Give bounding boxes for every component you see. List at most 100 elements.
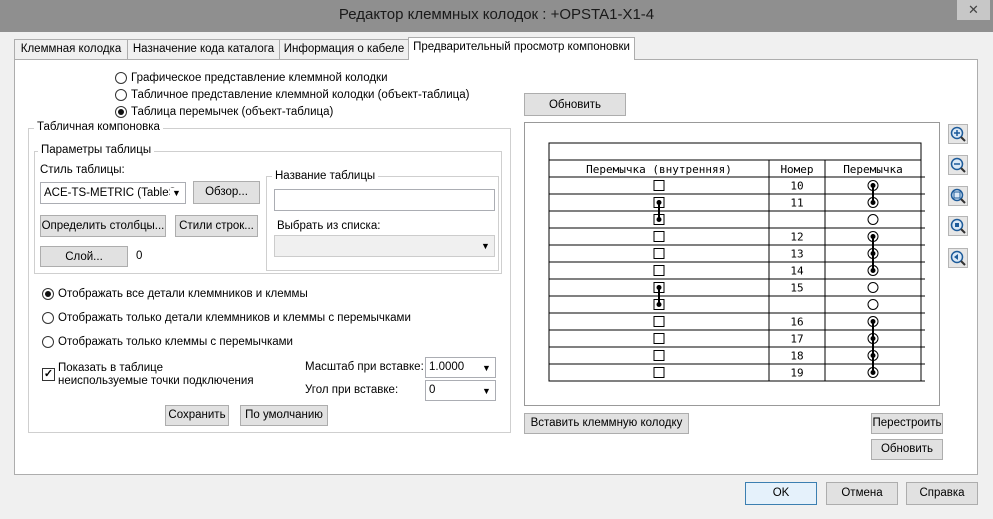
- zoom-previous-icon[interactable]: [948, 248, 968, 268]
- radio-tabular-dot[interactable]: [115, 89, 127, 101]
- jumper-dot: [870, 336, 876, 341]
- radio-tabular-label: Табличное представление клеммной колодки…: [131, 89, 470, 101]
- terminal-square: [653, 265, 665, 276]
- terminal-circle: [867, 282, 879, 293]
- radio-jumper-table[interactable]: Таблица перемычек (объект-таблица): [115, 106, 333, 118]
- radio-tabular[interactable]: Табличное представление клеммной колодки…: [115, 89, 469, 101]
- scale-value: 1.0000: [429, 361, 465, 373]
- number-cell: 18: [790, 350, 803, 363]
- scale-label: Масштаб при вставке:: [305, 361, 424, 373]
- terminal-circle: [867, 299, 879, 310]
- radio-all-details-dot[interactable]: [42, 288, 54, 300]
- zoom-extents-icon[interactable]: [948, 216, 968, 236]
- jumper-dot: [656, 200, 662, 205]
- number-cell: 15: [790, 282, 803, 295]
- jumper-dot: [870, 234, 876, 239]
- terminal-square: [653, 316, 665, 327]
- help-button[interactable]: Справка: [906, 482, 978, 505]
- jumper-dot: [870, 370, 876, 375]
- refresh-top-button[interactable]: Обновить: [524, 93, 626, 116]
- terminal-circle: [867, 214, 879, 225]
- scale-select[interactable]: 1.0000 ▼: [425, 357, 496, 378]
- pick-list-label: Выбрать из списка:: [277, 220, 381, 232]
- ok-button[interactable]: OK: [745, 482, 817, 505]
- radio-jumper-details[interactable]: Отображать только детали клеммников и кл…: [42, 312, 411, 324]
- terminal-square: [653, 367, 665, 378]
- radio-all-details[interactable]: Отображать все детали клеммников и клемм…: [42, 288, 308, 300]
- unused-points-checkbox[interactable]: ✓: [42, 368, 55, 381]
- tab-cable-info[interactable]: Информация о кабеле: [279, 39, 409, 59]
- number-cell: 13: [790, 248, 803, 261]
- pick-list-select[interactable]: ▼: [274, 235, 495, 257]
- insert-terminal-strip-button[interactable]: Вставить клеммную колодку: [524, 413, 689, 434]
- save-button[interactable]: Сохранить: [165, 405, 229, 426]
- cancel-button[interactable]: Отмена: [826, 482, 898, 505]
- default-button[interactable]: По умолчанию: [240, 405, 328, 426]
- jumper-dot: [870, 319, 876, 324]
- table-params-group-label: Параметры таблицы: [38, 144, 155, 156]
- table-name-input[interactable]: [274, 189, 495, 211]
- jumper-dot: [870, 200, 876, 205]
- layer-value: 0: [136, 250, 143, 262]
- close-icon[interactable]: ✕: [957, 0, 990, 20]
- angle-select[interactable]: 0 ▼: [425, 380, 496, 401]
- table-style-select[interactable]: ACE-TS-METRIC (TableSt ▼: [40, 182, 186, 204]
- jumper-table-preview: Перемычка (внутренняя) Номер Перемычка 10 11…: [548, 142, 925, 382]
- radio-jumper-table-label: Таблица перемычек (объект-таблица): [131, 106, 334, 118]
- table-style-label: Стиль таблицы:: [40, 164, 125, 176]
- radio-jumper-details-dot[interactable]: [42, 312, 54, 324]
- zoom-in-icon[interactable]: [948, 124, 968, 144]
- tab-catalog-code[interactable]: Назначение кода каталога: [127, 39, 280, 59]
- zoom-out-icon[interactable]: [948, 155, 968, 175]
- chevron-down-icon[interactable]: ▼: [480, 386, 493, 396]
- number-cell: 17: [790, 333, 803, 346]
- radio-jumper-table-dot[interactable]: [115, 106, 127, 118]
- radio-all-details-label: Отображать все детали клеммников и клемм…: [58, 288, 308, 300]
- browse-button[interactable]: Обзор...: [193, 181, 260, 204]
- row-styles-button[interactable]: Стили строк...: [175, 215, 258, 237]
- jumper-dot: [870, 268, 876, 273]
- jumper-dot: [656, 285, 662, 290]
- number-cell: 14: [790, 265, 804, 278]
- layout-preview-canvas[interactable]: Перемычка (внутренняя) Номер Перемычка 10 11…: [524, 122, 940, 406]
- chevron-down-icon[interactable]: ▼: [479, 241, 492, 251]
- header-cell: Перемычка (внутренняя): [586, 163, 732, 176]
- radio-graphical-dot[interactable]: [115, 72, 127, 84]
- radio-jumper-terminals[interactable]: Отображать только клеммы с перемычками: [42, 336, 293, 348]
- rebuild-button[interactable]: Перестроить: [871, 413, 943, 434]
- terminal-square: [653, 350, 665, 361]
- chevron-down-icon[interactable]: ▼: [480, 363, 493, 373]
- radio-jumper-terminals-dot[interactable]: [42, 336, 54, 348]
- terminal-strip-editor-window: Редактор клеммных колодок : +OPSTA1-X1-4…: [0, 0, 993, 519]
- radio-jumper-details-label: Отображать только детали клеммников и кл…: [58, 312, 411, 324]
- angle-label: Угол при вставке:: [305, 384, 399, 396]
- number-cell: 16: [790, 316, 803, 329]
- number-cell: 12: [790, 231, 803, 244]
- number-cell: 10: [790, 180, 803, 193]
- define-columns-button[interactable]: Определить столбцы...: [40, 215, 166, 237]
- chevron-down-icon[interactable]: ▼: [170, 188, 183, 198]
- number-cell: 11: [790, 197, 803, 210]
- header-cell: Перемычка: [843, 163, 903, 176]
- terminal-square: [653, 231, 665, 242]
- jumper-dot: [870, 183, 876, 188]
- unused-points-label-2: неиспользуемые точки подключения: [58, 375, 254, 387]
- table-style-value: ACE-TS-METRIC (TableSt: [44, 187, 180, 199]
- tab-terminal-strip[interactable]: Клеммная колодка: [14, 39, 128, 59]
- angle-value: 0: [429, 384, 436, 396]
- jumper-dot: [656, 302, 662, 307]
- title-bar[interactable]: Редактор клеммных колодок : +OPSTA1-X1-4…: [0, 0, 993, 32]
- jumper-dot: [656, 217, 662, 222]
- refresh-bottom-button[interactable]: Обновить: [871, 439, 943, 460]
- terminal-square: [653, 248, 665, 259]
- radio-graphical[interactable]: Графическое представление клеммной колод…: [115, 72, 388, 84]
- layer-button[interactable]: Слой...: [40, 246, 128, 267]
- table-name-label: Название таблицы: [272, 170, 379, 182]
- window-title: Редактор клеммных колодок : +OPSTA1-X1-4: [338, 6, 655, 23]
- jumper-dot: [870, 251, 876, 256]
- tab-layout-preview[interactable]: Предварительный просмотр компоновки: [408, 37, 635, 60]
- jumper-dot: [870, 353, 876, 358]
- zoom-window-icon[interactable]: [948, 186, 968, 206]
- radio-jumper-terminals-label: Отображать только клеммы с перемычками: [58, 336, 293, 348]
- header-cell: Номер: [780, 163, 813, 176]
